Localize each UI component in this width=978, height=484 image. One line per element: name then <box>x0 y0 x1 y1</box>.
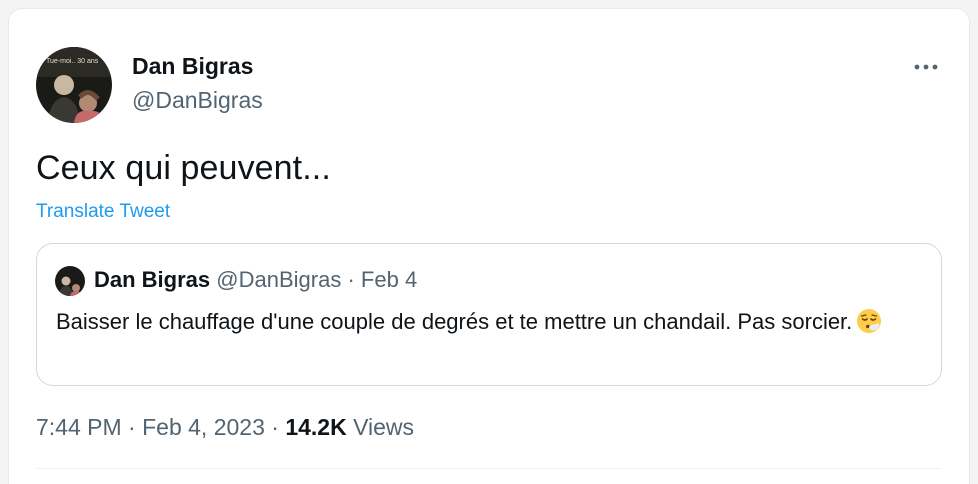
quoted-separator: · <box>347 267 355 292</box>
translate-tweet-link[interactable]: Translate Tweet <box>36 201 170 223</box>
author-handle[interactable]: @DanBigras <box>132 87 263 114</box>
divider <box>36 468 942 469</box>
quoted-author-handle: @DanBigras <box>216 267 342 292</box>
quoted-text-body: Baisser le chauffage d'une couple de deg… <box>56 309 853 334</box>
avatar-photo-icon <box>55 266 85 296</box>
meta-separator: · <box>271 414 279 440</box>
avatar-photo-icon: Tue-moi.. 30 ans <box>36 47 112 123</box>
more-dots-icon <box>914 64 938 70</box>
meta-separator: · <box>128 414 136 440</box>
tweet-meta: 7:44 PM · Feb 4, 2023 · 14.2K Views <box>36 414 414 441</box>
tweet-time[interactable]: 7:44 PM <box>36 414 122 440</box>
tweet-card: Tue-moi.. 30 ans Dan Bigras @DanBigras C… <box>8 8 970 484</box>
avatar-caption: Tue-moi.. 30 ans <box>46 58 99 65</box>
quoted-text: Baisser le chauffage d'une couple de deg… <box>56 306 916 338</box>
views-label[interactable]: Views <box>353 414 414 440</box>
views-count[interactable]: 14.2K <box>285 414 346 440</box>
face-exhaling-emoji-icon <box>857 309 882 333</box>
tweet-text: Ceux qui peuvent... <box>36 149 331 187</box>
quoted-header: Dan Bigras @DanBigras · Feb 4 <box>94 267 417 293</box>
author-avatar[interactable]: Tue-moi.. 30 ans <box>36 47 112 123</box>
quoted-author-avatar[interactable] <box>55 266 85 296</box>
quoted-date[interactable]: Feb 4 <box>361 267 417 292</box>
author-name[interactable]: Dan Bigras <box>132 53 253 80</box>
quoted-tweet[interactable]: Dan Bigras @DanBigras · Feb 4 Baisser le… <box>36 243 942 386</box>
more-options-button[interactable] <box>909 55 943 79</box>
quoted-author-name[interactable]: Dan Bigras <box>94 267 210 292</box>
tweet-date[interactable]: Feb 4, 2023 <box>142 414 265 440</box>
